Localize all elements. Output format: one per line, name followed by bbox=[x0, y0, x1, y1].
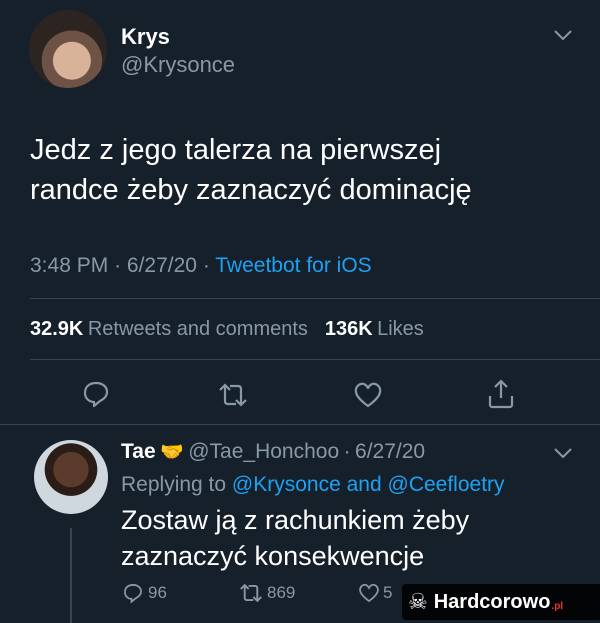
retweet-icon[interactable] bbox=[216, 381, 250, 409]
comment-icon bbox=[122, 582, 144, 604]
like-icon bbox=[358, 582, 380, 604]
watermark-text: Hardcorowo bbox=[433, 590, 551, 613]
reply-like-count: 5 bbox=[383, 583, 393, 602]
tweet-date: 6/27/20 bbox=[126, 254, 197, 277]
replying-to: Replying to @Krysonce and @Ceefloetry bbox=[121, 473, 505, 497]
tweet-text-line: randce żeby zaznaczyć dominację bbox=[30, 174, 472, 206]
divider bbox=[0, 424, 600, 425]
watermark: ☠ Hardcorowo .pl bbox=[402, 584, 600, 620]
reply-date[interactable]: 6/27/20 bbox=[355, 440, 425, 463]
replying-to-link[interactable]: @Krysonce bbox=[232, 473, 341, 496]
share-icon[interactable] bbox=[487, 378, 515, 410]
avatar[interactable] bbox=[29, 10, 107, 88]
reply-text-line: zaznaczyć konsekwencje bbox=[121, 541, 425, 571]
reply-text-line: Zostaw ją z rachunkiem żeby bbox=[121, 505, 470, 535]
tweet-client-link[interactable]: Tweetbot for iOS bbox=[215, 254, 371, 277]
likes-label[interactable]: Likes bbox=[377, 318, 424, 340]
reply-comment-count: 96 bbox=[148, 583, 167, 602]
likes-count[interactable]: 136K bbox=[325, 318, 373, 340]
retweets-count[interactable]: 32.9K bbox=[30, 318, 83, 340]
retweet-icon bbox=[237, 582, 265, 604]
retweets-label[interactable]: Retweets and comments bbox=[88, 318, 308, 340]
tweet-text: Jedz z jego talerza na pierwszej randce … bbox=[30, 130, 580, 210]
replying-prefix: Replying to bbox=[121, 473, 227, 496]
replying-and: and bbox=[346, 473, 382, 496]
chevron-down-icon[interactable] bbox=[553, 446, 573, 460]
comment-icon[interactable] bbox=[81, 379, 111, 409]
tweet-text-line: Jedz z jego talerza na pierwszej bbox=[30, 134, 442, 166]
tweet-time: 3:48 PM bbox=[30, 254, 109, 277]
reply-avatar[interactable] bbox=[34, 440, 108, 514]
reply-retweet-action[interactable]: 869 bbox=[237, 582, 295, 604]
reply-retweet-count: 869 bbox=[267, 583, 296, 602]
reply-like-action[interactable]: 5 bbox=[358, 582, 392, 604]
user-handle[interactable]: @Krysonce bbox=[121, 52, 235, 78]
chevron-down-icon[interactable] bbox=[553, 28, 573, 42]
handshake-emoji: 🤝 bbox=[160, 442, 184, 463]
divider bbox=[30, 359, 600, 360]
tweet-meta: 3:48 PM · 6/27/20 · Tweetbot for iOS bbox=[30, 254, 372, 277]
display-name[interactable]: Krys bbox=[121, 24, 170, 50]
reply-header: Tae 🤝 @Tae_Honchoo · 6/27/20 bbox=[121, 440, 426, 463]
thread-line bbox=[70, 528, 72, 623]
like-icon[interactable] bbox=[353, 381, 383, 409]
replying-to-link[interactable]: @Ceefloetry bbox=[388, 473, 505, 496]
reply-display-name[interactable]: Tae bbox=[121, 440, 156, 463]
skull-icon: ☠ bbox=[408, 589, 428, 614]
reply-comment-action[interactable]: 96 bbox=[122, 582, 167, 604]
reply-handle[interactable]: @Tae_Honchoo bbox=[188, 440, 339, 463]
tweet-stats: 32.9K Retweets and comments 136K Likes bbox=[30, 318, 424, 341]
divider bbox=[30, 298, 600, 299]
reply-text: Zostaw ją z rachunkiem żeby zaznaczyć ko… bbox=[121, 502, 581, 574]
watermark-suffix: .pl bbox=[551, 601, 564, 612]
